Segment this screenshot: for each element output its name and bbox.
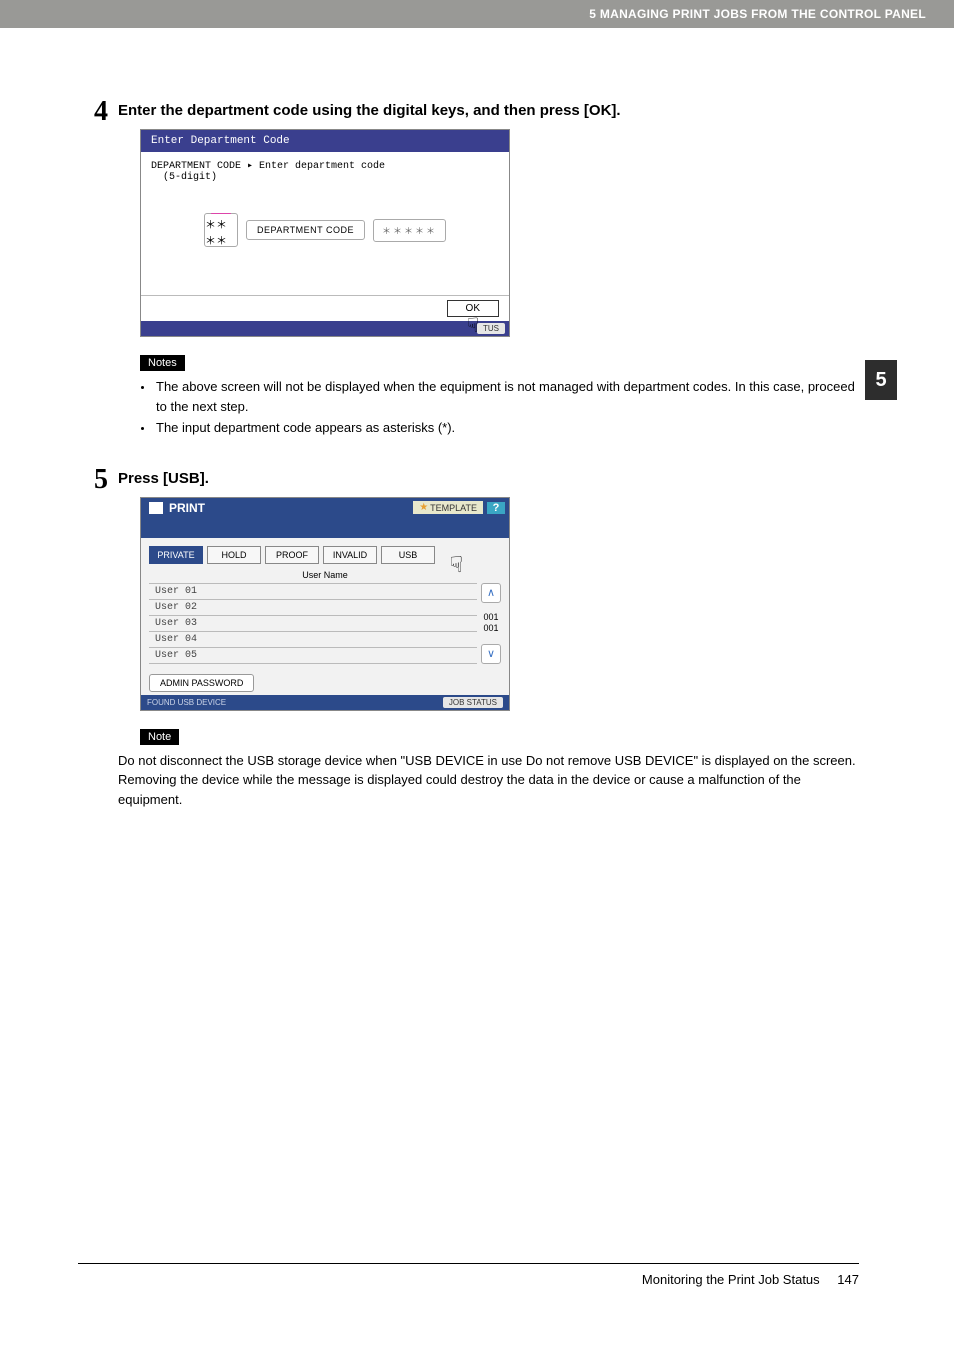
job-status-button[interactable]: JOB STATUS: [443, 697, 503, 708]
step-number-5: 5: [78, 466, 118, 494]
pointer-hand-icon: ☟: [467, 313, 479, 338]
step5-note-text: Do not disconnect the USB storage device…: [118, 751, 859, 810]
dept-code-label: DEPARTMENT CODE: [246, 220, 365, 240]
step-4: 4 Enter the department code using the di…: [78, 98, 859, 456]
running-header: 5 MANAGING PRINT JOBS FROM THE CONTROL P…: [0, 0, 954, 28]
user-list: User 01 User 02 User 03 User 04 User 05: [149, 583, 477, 664]
screen-title: Enter Department Code: [141, 130, 509, 152]
page-number: 147: [837, 1272, 859, 1287]
printer-icon: [149, 502, 163, 514]
step4-notes-list: The above screen will not be displayed w…: [118, 377, 859, 438]
star-icon: ★: [419, 502, 428, 513]
tab-usb[interactable]: USB: [381, 546, 435, 564]
status-button[interactable]: TUS: [477, 323, 505, 334]
step-number-4: 4: [78, 98, 118, 126]
card-icon: ＊＊＊＊: [204, 213, 238, 247]
step-5: 5 Press [USB]. PRINT ★TEMPLATE ?: [78, 466, 859, 810]
notes-badge: Notes: [140, 355, 185, 371]
note-badge: Note: [140, 729, 179, 745]
admin-password-button[interactable]: ADMIN PASSWORD: [149, 674, 254, 692]
list-item[interactable]: User 04: [149, 631, 477, 647]
template-button[interactable]: ★TEMPLATE: [413, 501, 483, 514]
page-footer: Monitoring the Print Job Status 147: [78, 1263, 859, 1287]
tab-private[interactable]: PRIVATE: [149, 546, 203, 564]
scroll-up-button[interactable]: ∧: [481, 583, 501, 603]
chapter-side-tab: 5: [865, 360, 897, 400]
card-asterisks: ＊＊＊＊: [205, 216, 237, 248]
step5-title: Press [USB].: [118, 470, 859, 487]
column-header-username: User Name: [149, 568, 501, 583]
tab-invalid[interactable]: INVALID: [323, 546, 377, 564]
pointer-hand-icon: ☟: [450, 552, 463, 578]
footer-title: Monitoring the Print Job Status: [642, 1272, 820, 1287]
list-item[interactable]: User 01: [149, 583, 477, 599]
page-top-num: 001: [483, 612, 498, 622]
note-item: The input department code appears as ast…: [154, 418, 859, 438]
page-bottom-num: 001: [483, 623, 498, 633]
scroll-down-button[interactable]: ∨: [481, 644, 501, 664]
help-button[interactable]: ?: [487, 502, 505, 514]
list-item[interactable]: User 02: [149, 599, 477, 615]
print-screen-screenshot: PRINT ★TEMPLATE ? PRIVATE HOLD PROOF: [140, 497, 510, 711]
status-left: FOUND USB DEVICE: [147, 698, 226, 707]
step4-title: Enter the department code using the digi…: [118, 102, 859, 119]
list-item[interactable]: User 03: [149, 615, 477, 631]
tab-hold[interactable]: HOLD: [207, 546, 261, 564]
dept-code-screenshot: Enter Department Code DEPARTMENT CODE ▸ …: [140, 129, 510, 337]
list-item[interactable]: User 05: [149, 647, 477, 664]
note-item: The above screen will not be displayed w…: [154, 377, 859, 416]
instruction-line2: (5-digit): [163, 172, 217, 183]
print-header-title: PRINT: [169, 501, 205, 515]
instruction-line1: DEPARTMENT CODE ▸ Enter department code: [151, 161, 385, 172]
dept-code-input[interactable]: ＊＊＊＊＊: [373, 219, 446, 242]
tab-proof[interactable]: PROOF: [265, 546, 319, 564]
